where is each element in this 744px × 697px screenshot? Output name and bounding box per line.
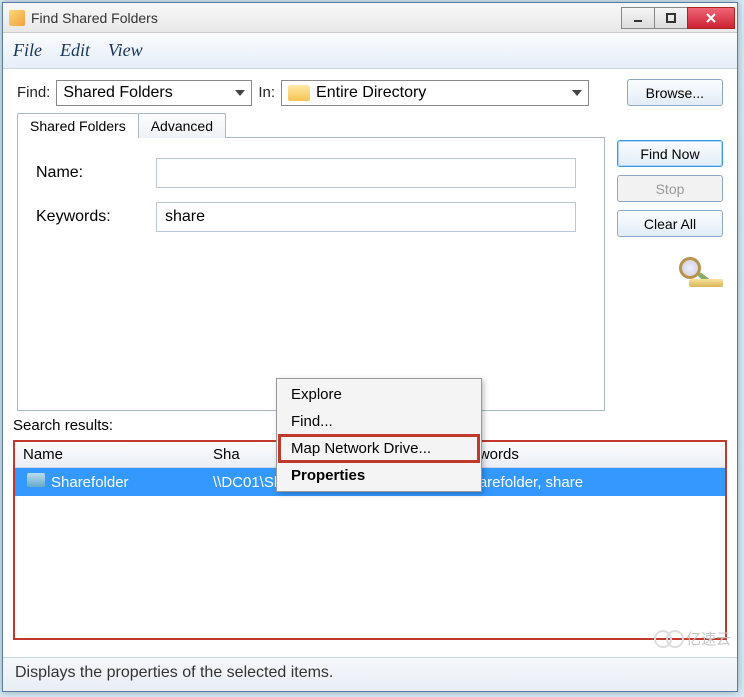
in-scope-combo[interactable]: Entire Directory: [281, 80, 589, 106]
clear-all-button[interactable]: Clear All: [617, 210, 723, 237]
toolbar: Find: Shared Folders In: Entire Director…: [3, 69, 737, 112]
chevron-down-icon: [572, 90, 582, 96]
tabs: Shared Folders Advanced: [17, 113, 605, 138]
name-input[interactable]: [156, 158, 576, 188]
name-label: Name:: [36, 164, 156, 182]
browse-button[interactable]: Browse...: [627, 79, 723, 106]
menu-file[interactable]: File: [13, 40, 42, 61]
menu-edit[interactable]: Edit: [60, 40, 90, 61]
folder-icon: [288, 85, 310, 101]
watermark: 亿速云: [654, 628, 731, 649]
find-shared-folders-window: Find Shared Folders File Edit View Find:…: [2, 2, 738, 692]
col-name[interactable]: Name: [15, 446, 205, 463]
cm-explore[interactable]: Explore: [279, 381, 479, 408]
col-keywords[interactable]: eywords: [455, 446, 725, 463]
minimize-button[interactable]: [621, 7, 655, 29]
keywords-label: Keywords:: [36, 208, 156, 226]
search-icon: [675, 255, 723, 287]
row-keywords: sharefolder, share: [455, 474, 725, 491]
share-icon: [27, 473, 45, 487]
find-type-combo[interactable]: Shared Folders: [56, 80, 252, 106]
stop-button: Stop: [617, 175, 723, 202]
window-controls: [622, 7, 735, 29]
watermark-text: 亿速云: [686, 628, 731, 649]
find-now-button[interactable]: Find Now: [617, 140, 723, 167]
window-title: Find Shared Folders: [31, 10, 622, 26]
titlebar[interactable]: Find Shared Folders: [3, 3, 737, 33]
body-area: Shared Folders Advanced Name: Keywords: …: [3, 112, 737, 411]
menu-view[interactable]: View: [108, 40, 143, 61]
context-menu: Explore Find... Map Network Drive... Pro…: [276, 378, 482, 492]
tab-shared-folders[interactable]: Shared Folders: [17, 113, 139, 138]
row-name: Sharefolder: [51, 474, 129, 491]
in-label: In:: [258, 84, 275, 101]
cm-find[interactable]: Find...: [279, 408, 479, 435]
chevron-down-icon: [235, 90, 245, 96]
menubar: File Edit View: [3, 33, 737, 69]
tab-advanced[interactable]: Advanced: [138, 113, 226, 138]
cm-map-network-drive[interactable]: Map Network Drive...: [279, 435, 479, 462]
search-form: Name: Keywords:: [17, 137, 605, 411]
side-buttons: Find Now Stop Clear All: [617, 112, 723, 411]
app-icon: [9, 10, 25, 26]
in-scope-value: Entire Directory: [316, 84, 426, 102]
close-button[interactable]: [687, 7, 735, 29]
maximize-button[interactable]: [654, 7, 688, 29]
find-label: Find:: [17, 84, 50, 101]
keywords-input[interactable]: [156, 202, 576, 232]
find-type-value: Shared Folders: [63, 84, 172, 102]
status-bar: Displays the properties of the selected …: [3, 657, 737, 691]
tab-panel: Shared Folders Advanced Name: Keywords:: [17, 112, 605, 411]
cm-properties[interactable]: Properties: [279, 462, 479, 489]
